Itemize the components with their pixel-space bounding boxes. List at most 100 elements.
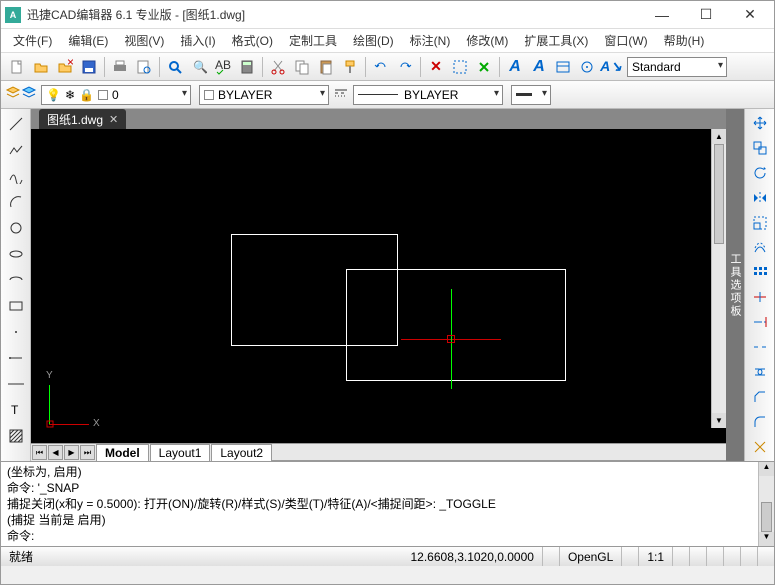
chamfer-icon[interactable] [749,386,771,407]
copy-icon[interactable] [291,56,313,78]
select-icon[interactable] [449,56,471,78]
rotate-icon[interactable] [749,163,771,184]
cut-icon[interactable] [267,56,289,78]
offset-icon[interactable] [749,237,771,258]
doc-tab[interactable]: 图纸1.dwg ✕ [39,109,126,129]
paste-icon[interactable] [315,56,337,78]
line-icon[interactable] [5,113,27,135]
find-text-icon[interactable]: 🔍 [188,56,210,78]
trim-icon[interactable] [749,287,771,308]
linetype-dropdown[interactable]: BYLAYER [353,85,503,105]
xline-icon[interactable] [5,373,27,395]
save-icon[interactable] [78,56,100,78]
scroll-up-icon[interactable]: ▲ [712,129,726,144]
snap-toggle-icon[interactable] [543,547,560,566]
tab-next-icon[interactable]: ▶ [64,445,79,460]
dim-style-icon[interactable]: A [528,56,550,78]
menu-custom-tools[interactable]: 定制工具 [281,29,345,52]
scale-icon[interactable] [749,212,771,233]
layer-states-icon[interactable] [21,85,37,104]
menu-insert[interactable]: 插入(I) [172,29,223,52]
circle-icon[interactable] [5,217,27,239]
close-file-icon[interactable]: × [54,56,76,78]
scroll-thumb[interactable] [714,144,724,244]
copy-obj-icon[interactable] [749,138,771,159]
redo-icon[interactable] [394,56,416,78]
print-preview-icon[interactable] [133,56,155,78]
cmd-scrollbar[interactable]: ▲ ▼ [758,462,774,546]
osnap-toggle-icon[interactable] [724,547,741,566]
polyline-icon[interactable] [5,139,27,161]
spell-icon[interactable]: ABC [212,56,234,78]
polar-toggle-icon[interactable] [707,547,724,566]
tab-layout2[interactable]: Layout2 [211,444,272,462]
grid-toggle-icon[interactable] [673,547,690,566]
close-button[interactable]: ✕ [740,5,760,25]
calc-icon[interactable] [236,56,258,78]
menu-edit[interactable]: 编辑(E) [60,29,116,52]
linetype-icon[interactable] [333,85,349,104]
menu-format[interactable]: 格式(O) [224,29,281,52]
join-icon[interactable] [749,362,771,383]
maximize-button[interactable]: ☐ [696,5,716,25]
model-toggle-icon[interactable] [758,547,774,566]
audit-icon[interactable] [473,56,495,78]
lineweight-dropdown[interactable] [511,85,551,105]
tab-layout1[interactable]: Layout1 [150,444,211,462]
scroll-down-icon[interactable]: ▼ [712,413,726,428]
ray-icon[interactable] [5,347,27,369]
find-icon[interactable] [164,56,186,78]
point-style-icon[interactable] [576,56,598,78]
color-dropdown[interactable]: BYLAYER [199,85,329,105]
iso-toggle-icon[interactable] [622,547,639,566]
menu-draw[interactable]: 绘图(D) [345,29,402,52]
menu-view[interactable]: 视图(V) [116,29,172,52]
tab-prev-icon[interactable]: ◀ [48,445,63,460]
format-paint-icon[interactable] [339,56,361,78]
explode-icon[interactable] [749,436,771,457]
rectangle-icon[interactable] [5,295,27,317]
spline-icon[interactable] [5,165,27,187]
text-icon[interactable]: T [5,399,27,421]
tab-first-icon[interactable]: ⏮ [32,445,47,460]
extend-icon[interactable] [749,312,771,333]
drawing-canvas[interactable]: Y X ▲ ▼ [31,129,726,443]
point-icon[interactable] [5,321,27,343]
menu-ext-tools[interactable]: 扩展工具(X) [516,29,596,52]
menu-modify[interactable]: 修改(M) [458,29,516,52]
break-icon[interactable] [749,337,771,358]
menu-file[interactable]: 文件(F) [5,29,60,52]
ellipse-icon[interactable] [5,243,27,265]
move-icon[interactable] [749,113,771,134]
undo-icon[interactable] [370,56,392,78]
command-text[interactable]: (坐标为, 启用) 命令: '_SNAP 捕捉关闭(x和y = 0.5000):… [1,462,758,546]
ellipse-arc-icon[interactable] [5,269,27,291]
mirror-icon[interactable] [749,188,771,209]
print-icon[interactable] [109,56,131,78]
menu-dimension[interactable]: 标注(N) [402,29,459,52]
hatch-icon[interactable] [5,425,27,447]
vertical-scrollbar[interactable]: ▲ ▼ [711,129,726,428]
text-style-icon[interactable]: A [504,56,526,78]
new-icon[interactable] [6,56,28,78]
status-scale[interactable]: 1:1 [639,547,673,566]
layer-dropdown[interactable]: 💡 ❄ 🔒 0 [41,85,191,105]
layer-manager-icon[interactable] [5,85,21,104]
text-style-dropdown[interactable]: Standard [627,57,727,77]
status-render[interactable]: OpenGL [560,547,622,566]
menu-help[interactable]: 帮助(H) [656,29,713,52]
array-icon[interactable] [749,262,771,283]
tool-palette-tab[interactable]: 工具选项板 [726,109,744,461]
fillet-icon[interactable] [749,411,771,432]
arc-icon[interactable] [5,191,27,213]
delete-icon[interactable]: ✕ [425,56,447,78]
doc-tab-close-icon[interactable]: ✕ [109,113,118,126]
tab-last-icon[interactable]: ⏭ [80,445,95,460]
menu-window[interactable]: 窗口(W) [596,29,655,52]
mleader-style-icon[interactable]: A↘ [600,56,622,78]
ortho-toggle-icon[interactable] [690,547,707,566]
tab-model[interactable]: Model [96,444,149,462]
minimize-button[interactable]: — [652,5,672,25]
open-icon[interactable] [30,56,52,78]
table-style-icon[interactable] [552,56,574,78]
